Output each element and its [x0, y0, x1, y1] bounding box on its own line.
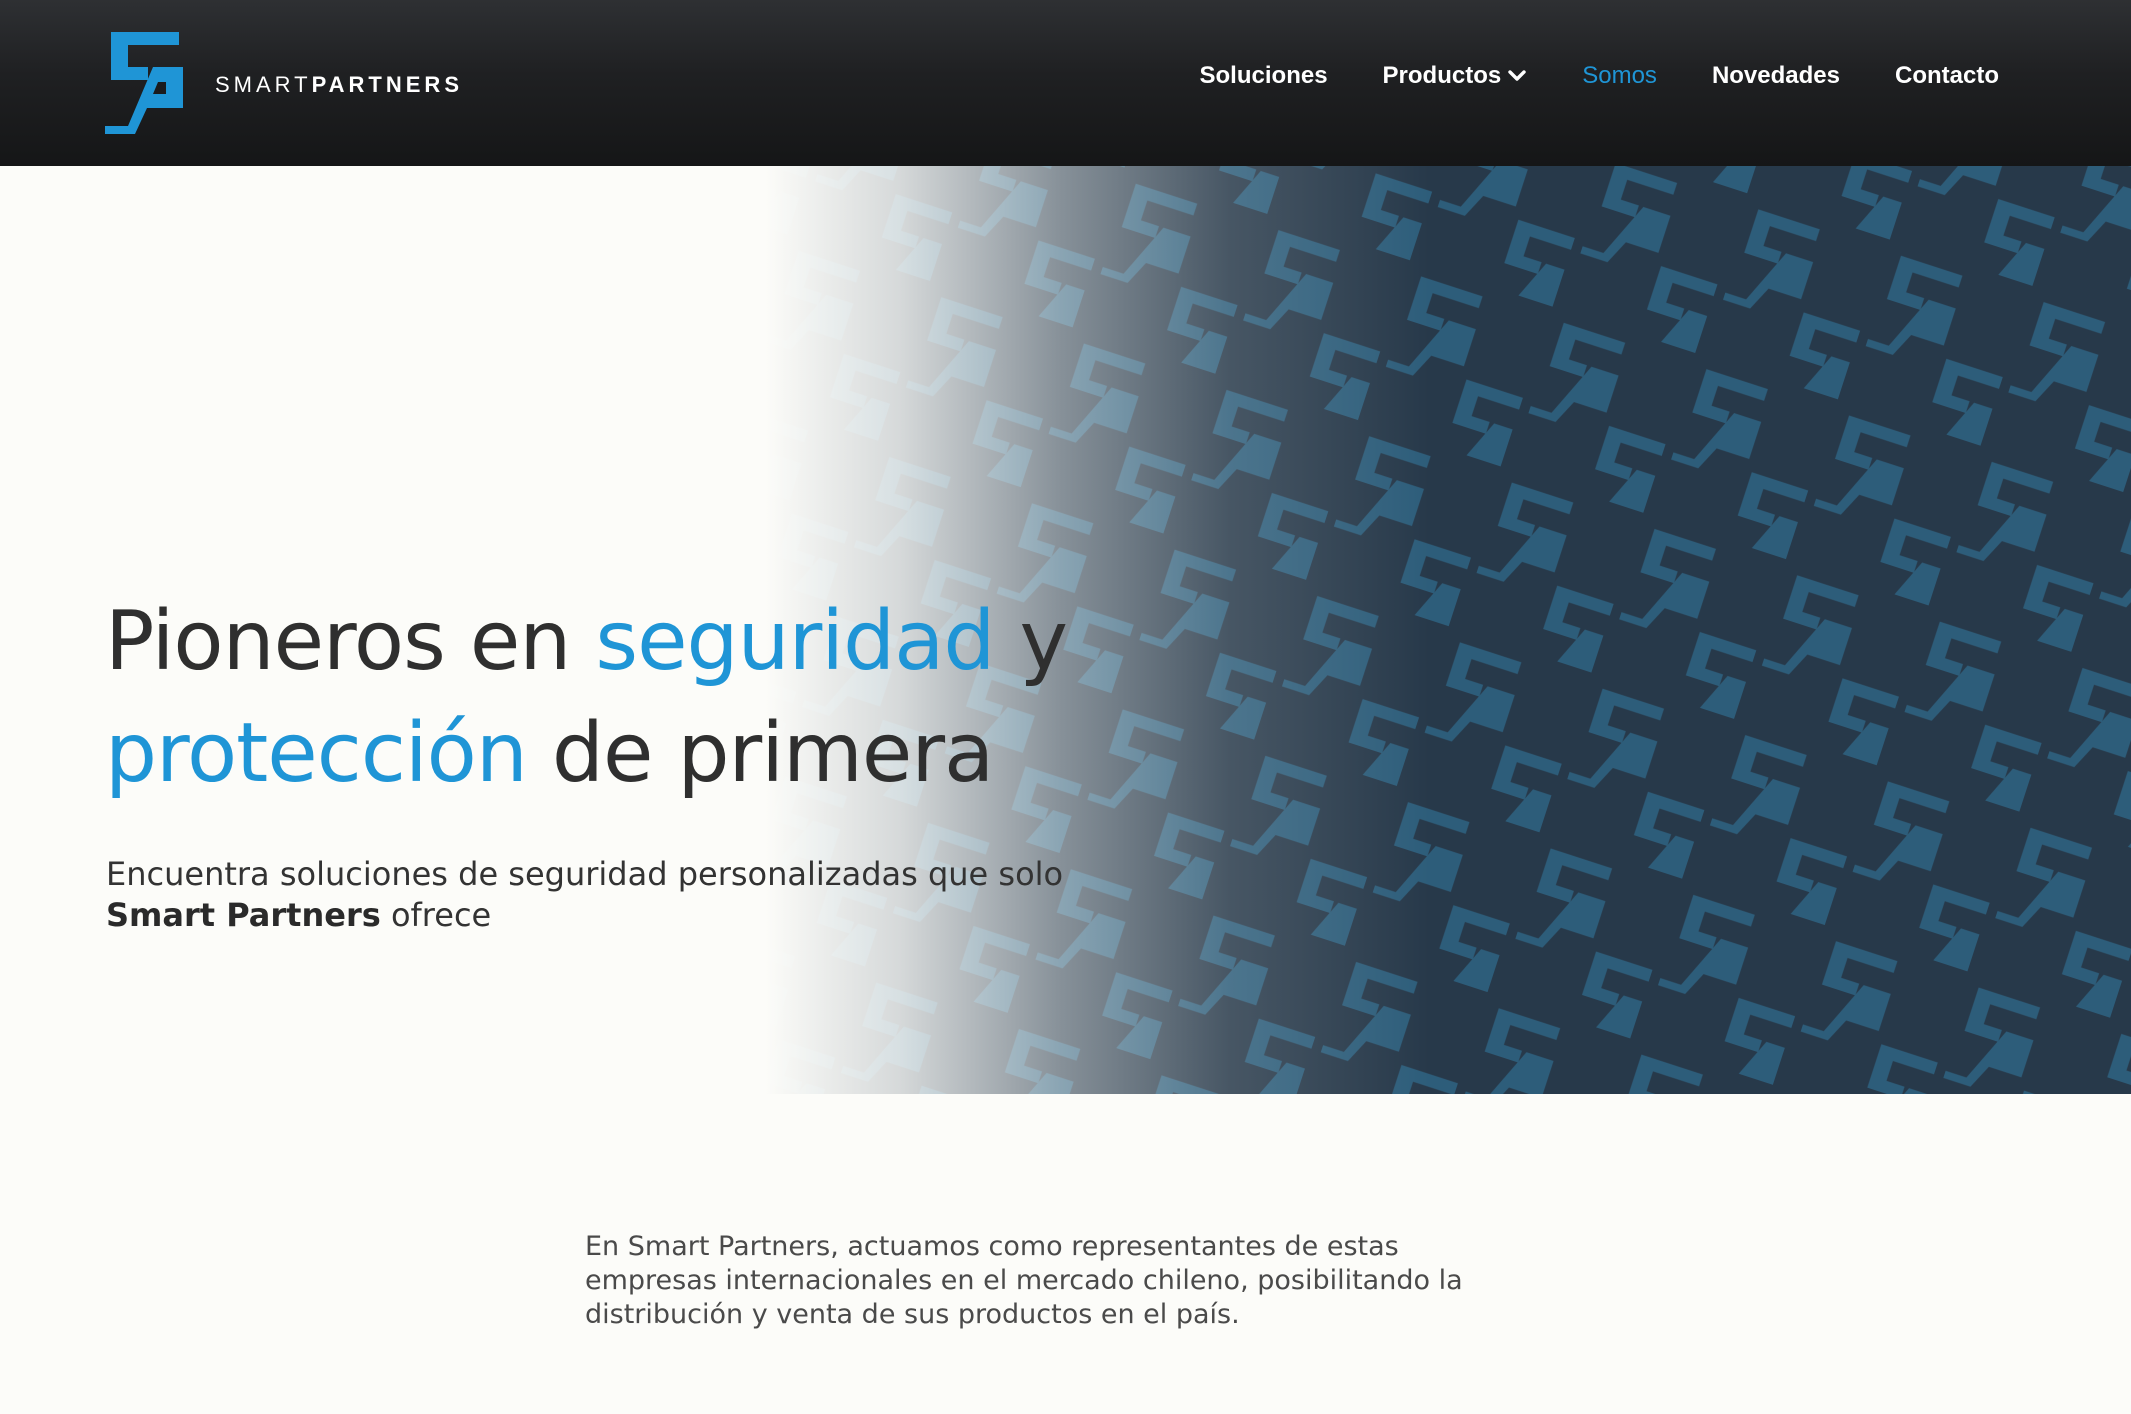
hero-subtitle: Encuentra soluciones de seguridad person… — [106, 854, 1063, 936]
hero-heading-accent-seguridad: seguridad — [595, 594, 995, 689]
brand-wordmark: SMARTPARTNERS — [215, 72, 463, 98]
hero-heading-part-1: Pioneros en — [105, 594, 596, 689]
hero-heading-part-2: y — [994, 594, 1068, 689]
top-navbar: SMARTPARTNERS Soluciones Productos Somos… — [0, 0, 2131, 166]
hero-subtitle-tail: ofrece — [380, 896, 492, 934]
hero-banner: Pioneros en seguridad y protección de pri… — [0, 166, 2131, 1094]
nav-item-soluciones[interactable]: Soluciones — [1200, 62, 1328, 90]
brand-logo[interactable]: SMARTPARTNERS — [105, 30, 463, 134]
sp-monogram-icon — [105, 32, 183, 134]
nav-item-productos-label: Productos — [1382, 62, 1502, 89]
nav-item-productos[interactable]: Productos — [1383, 62, 1528, 90]
brand-name-bold: PARTNERS — [311, 72, 463, 97]
chevron-down-icon — [1508, 70, 1526, 81]
hero-heading-accent-proteccion: protección — [105, 706, 528, 801]
nav-item-somos[interactable]: Somos — [1582, 62, 1657, 90]
hero-heading: Pioneros en seguridad y protección de pri… — [105, 586, 1068, 810]
main-menu: Soluciones Productos Somos Novedades Con… — [1200, 58, 1999, 94]
hero-subtitle-line-1: Encuentra soluciones de seguridad person… — [106, 855, 1064, 893]
brand-name-light: SMART — [215, 72, 312, 97]
nav-item-novedades[interactable]: Novedades — [1712, 62, 1840, 90]
hero-heading-part-3: de primera — [526, 706, 994, 801]
nav-item-contacto[interactable]: Contacto — [1895, 62, 1999, 90]
about-paragraph: En Smart Partners, actuamos como represe… — [585, 1231, 1463, 1330]
hero-subtitle-brand: Smart Partners — [106, 896, 381, 934]
